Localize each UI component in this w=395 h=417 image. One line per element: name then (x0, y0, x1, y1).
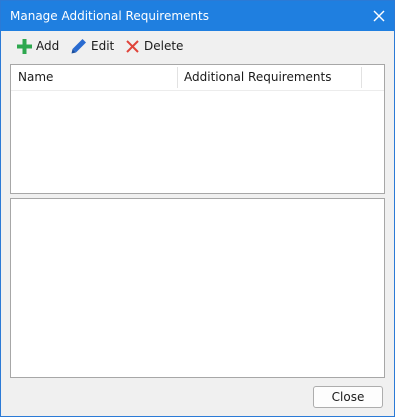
column-divider[interactable] (361, 67, 362, 88)
close-button[interactable]: Close (313, 386, 383, 408)
x-icon (125, 39, 140, 54)
plus-icon (17, 38, 32, 54)
edit-button[interactable]: Edit (71, 37, 114, 55)
column-header-additional-requirements[interactable]: Additional Requirements (177, 65, 361, 90)
grid-header: Name Additional Requirements (11, 65, 384, 91)
window-title: Manage Additional Requirements (10, 9, 209, 23)
requirements-grid[interactable]: Name Additional Requirements (10, 64, 385, 194)
delete-label: Delete (144, 39, 184, 53)
delete-button[interactable]: Delete (125, 37, 183, 55)
detail-panel[interactable] (10, 198, 385, 378)
edit-label: Edit (91, 39, 115, 53)
close-icon[interactable] (370, 7, 388, 25)
add-button[interactable]: Add (17, 37, 59, 55)
add-label: Add (36, 39, 60, 53)
column-header-name[interactable]: Name (11, 65, 177, 90)
dialog-window: Manage Additional Requirements Add Edit … (0, 0, 395, 417)
pencil-icon (71, 38, 87, 54)
title-bar[interactable]: Manage Additional Requirements (1, 1, 394, 31)
toolbar: Add Edit Delete (1, 31, 394, 61)
